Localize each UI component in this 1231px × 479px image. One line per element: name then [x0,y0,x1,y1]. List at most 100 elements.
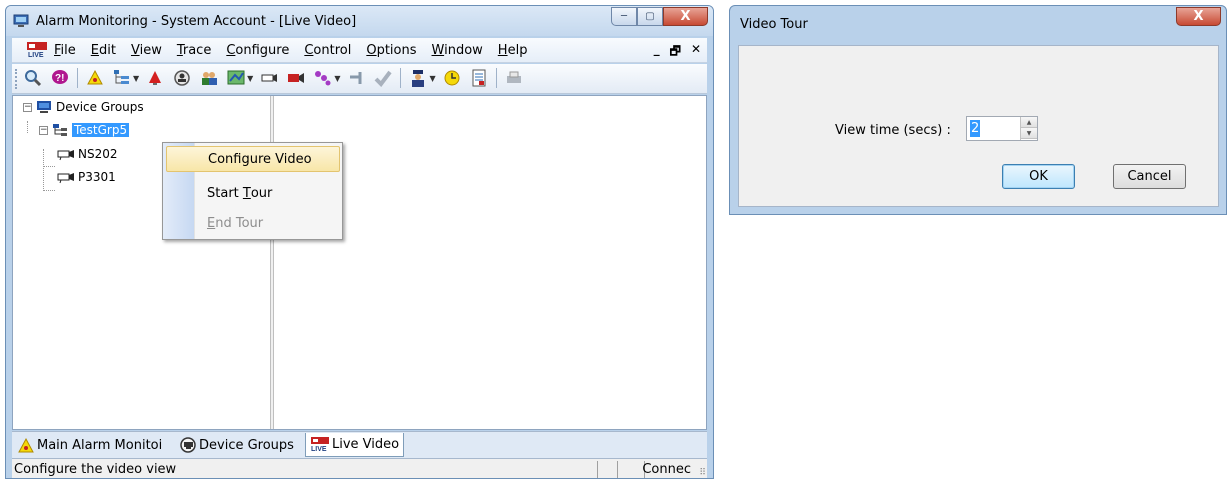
caption-buttons: ─ ▢ X [611,7,708,26]
context-menu: Configure Video Start Tour End Tour [162,142,343,240]
spin-buttons: ▲ ▼ [1020,117,1037,140]
tab-label: Main Alarm Monitoi [37,437,163,453]
mdi-restore-button[interactable]: 🗗 [670,42,681,63]
dialog-title: Video Tour [740,17,808,32]
video-camera-icon[interactable] [286,68,306,88]
trace-dropdown-arrow[interactable]: ▼ [334,74,340,83]
search-icon[interactable] [23,68,43,88]
dialog-close-button[interactable]: X [1176,7,1221,26]
menu-file[interactable]: File [54,43,76,58]
tab-main-alarm-monitor[interactable]: Main Alarm Monitoi [14,433,166,457]
mdi-tab-bar: Main Alarm Monitoi Device Groups LIVE Li… [12,431,707,458]
menu-item-label: Start [207,185,243,201]
alarm-bell-icon[interactable] [85,68,105,88]
close-button[interactable]: X [663,7,708,26]
toolbar-grip[interactable] [15,69,18,89]
cancel-button[interactable]: Cancel [1113,164,1186,189]
tree-dropdown-arrow[interactable]: ▼ [133,74,139,83]
menu-options[interactable]: Options [366,43,416,58]
live-video-icon: LIVE [311,437,329,453]
tree-line [43,149,44,191]
print-icon[interactable] [504,68,524,88]
tree-node-label: P3301 [78,170,116,184]
tree-icon[interactable] [112,68,132,88]
window-title: Alarm Monitoring - System Account - [Liv… [36,14,357,29]
device-groups-icon [180,436,196,453]
svg-text:?!: ?! [55,73,64,84]
mdi-close-button[interactable]: ✕ [691,42,701,63]
collapse-icon[interactable]: − [39,125,48,135]
menu-control[interactable]: Control [304,43,351,58]
computer-icon [37,101,51,113]
menu-item-label: our [250,185,273,201]
menu-item-accelerator: T [242,185,251,201]
status-panel-divider [597,461,598,478]
status-text: Configure the video view [14,462,177,477]
map-dropdown-arrow[interactable]: ▼ [247,74,253,83]
menu-item-end-tour: End Tour [166,210,340,236]
tree-node-camera[interactable]: NS202 [57,147,118,161]
tree-node-device-groups[interactable]: − Device Groups [23,100,144,114]
mdi-client: − Device Groups − TestGrp5 NS202 P3301 [12,95,707,430]
menu-edit[interactable]: Edit [91,43,116,58]
status-bar: Configure the video view Connec ⠿ [12,458,707,478]
alarm-bell-icon [18,437,34,452]
red-alarm-icon[interactable] [145,68,165,88]
live-video-logo-icon[interactable]: LIVE [26,42,48,58]
mdi-controls: _ 🗗 ✕ [654,42,701,63]
tab-label: Device Groups [199,437,294,453]
toolbar: ?! ▼ ▼ ▼ ▼ [12,64,707,94]
menu-item-start-tour[interactable]: Start Tour [166,180,340,206]
users-icon[interactable] [199,68,219,88]
alarm-monitoring-window: Alarm Monitoring - System Account - [Liv… [5,5,714,479]
guard-icon[interactable] [408,68,428,88]
badge-icon[interactable] [172,68,192,88]
map-icon[interactable] [226,68,246,88]
report-icon[interactable] [469,68,489,88]
toolbar-separator [400,68,402,88]
tree-node-label: TestGrp5 [72,123,130,137]
menu-item-configure-video[interactable]: Configure Video [166,146,340,172]
tab-live-video[interactable]: LIVE Live Video [305,433,405,457]
spin-down-icon[interactable]: ▼ [1021,128,1037,139]
resize-grip-icon[interactable]: ⠿ [699,468,706,478]
svg-text:LIVE: LIVE [28,52,44,58]
check-icon[interactable] [373,68,393,88]
minimize-button[interactable]: ─ [611,7,637,26]
camera-icon [57,173,74,184]
ok-button[interactable]: OK [1002,164,1075,189]
tree-line [43,166,55,167]
menu-view[interactable]: View [131,43,162,58]
help-icon[interactable]: ?! [50,68,70,88]
menu-help[interactable]: Help [498,43,528,58]
camera-icon [57,150,74,161]
title-bar[interactable]: Alarm Monitoring - System Account - [Liv… [6,6,713,36]
view-time-value[interactable]: 2 [970,120,981,137]
spin-up-icon[interactable]: ▲ [1021,117,1037,128]
video-tour-dialog: Video Tour X View time (secs) : 2 ▲ ▼ OK… [729,5,1227,215]
menu-window[interactable]: Window [432,43,483,58]
maximize-button[interactable]: ▢ [637,7,663,26]
menu-item-accelerator: E [207,215,216,231]
view-time-label: View time (secs) : [835,123,951,138]
clock-icon[interactable] [442,68,462,88]
mdi-minimize-button[interactable]: _ [654,42,660,63]
tab-device-groups[interactable]: Device Groups [176,433,298,457]
menu-configure[interactable]: Configure [226,43,289,58]
tab-label: Live Video [332,437,400,452]
guard-dropdown-arrow[interactable]: ▼ [429,74,435,83]
toolbar-separator [495,68,497,88]
camera-icon[interactable] [259,68,279,88]
connection-status: Connec [642,462,691,477]
toolbar-separator [77,68,78,88]
door-icon[interactable] [346,68,366,88]
collapse-icon[interactable]: − [23,102,32,112]
view-time-spinbox[interactable]: 2 ▲ ▼ [966,116,1038,141]
trace-icon[interactable] [313,68,333,88]
tree-line [43,190,55,191]
tree-node-group[interactable]: − TestGrp5 [39,123,130,137]
menu-bar: LIVE File Edit View Trace Configure Cont… [12,38,707,63]
menu-trace[interactable]: Trace [177,43,212,58]
status-panel-divider [617,461,618,478]
tree-node-camera[interactable]: P3301 [57,170,116,184]
